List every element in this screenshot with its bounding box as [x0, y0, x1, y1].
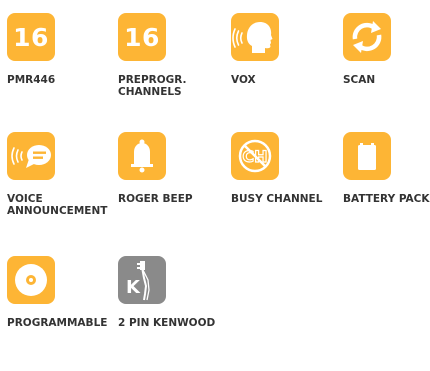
feature-label: PREPROGR. CHANNELS: [118, 74, 187, 98]
bell-icon: [118, 132, 166, 180]
feature-label: BATTERY PACK: [343, 193, 430, 205]
battery-icon: [343, 132, 391, 180]
no-channel-icon: CH: [231, 132, 279, 180]
feature-label: PMR446: [7, 74, 56, 86]
kenwood-tile-letter: K: [126, 277, 141, 298]
speech-bubble-icon: [7, 132, 55, 180]
feature-label: VOICE ANNOUNCEMENT: [7, 193, 108, 217]
svg-text:CH: CH: [242, 147, 267, 166]
scan-arrows-icon: [343, 13, 391, 61]
feature-label: ROGER BEEP: [118, 193, 193, 205]
feature-grid: 16 PMR446 16 PREPROGR. CHANNELS VOX SCAN…: [0, 0, 430, 371]
feature-label: BUSY CHANNEL: [231, 193, 323, 205]
pmr-tile-number: 16: [13, 22, 49, 52]
feature-label: PROGRAMMABLE: [7, 317, 108, 329]
kenwood-earpiece-icon: K: [118, 256, 166, 304]
feature-label: VOX: [231, 74, 256, 86]
pmr-16-icon: 16: [7, 13, 55, 61]
disc-icon: [7, 256, 55, 304]
feature-label: SCAN: [343, 74, 376, 86]
preprogrammed-tile-number: 16: [124, 22, 160, 52]
feature-label: 2 PIN KENWOOD: [118, 317, 216, 329]
preprogrammed-16-icon: 16: [118, 13, 166, 61]
voice-head-icon: [231, 13, 279, 61]
